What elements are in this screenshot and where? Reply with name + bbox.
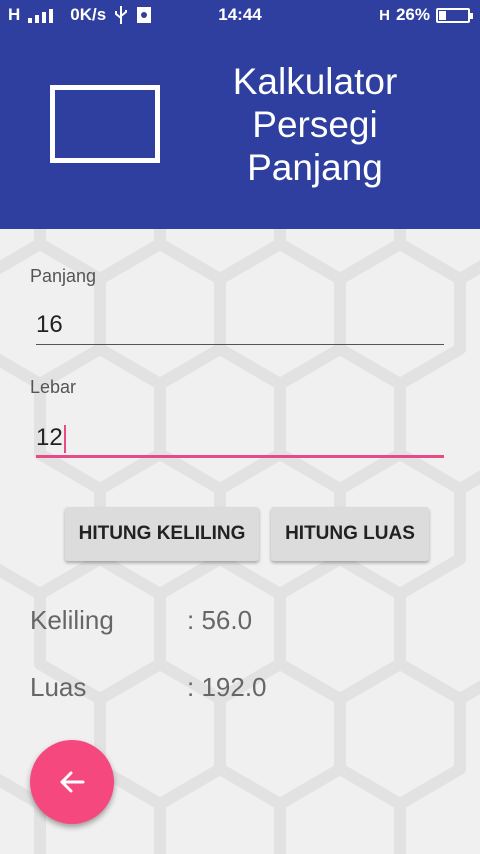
keliling-label: Keliling (30, 605, 114, 635)
rectangle-logo-icon (50, 85, 160, 163)
lebar-underline (36, 455, 444, 458)
text-cursor (63, 424, 66, 453)
arrow-back-icon (60, 771, 85, 793)
panjang-underline (36, 344, 444, 345)
back-fab-button[interactable] (30, 740, 114, 824)
panjang-value: 16 (36, 311, 63, 338)
luas-label: Luas (30, 672, 87, 702)
hitung-luas-button[interactable]: HITUNG LUAS (271, 507, 429, 561)
hitung-keliling-button[interactable]: HITUNG KELILING (65, 507, 259, 561)
battery-fill (439, 10, 447, 20)
data-type: H (379, 6, 390, 24)
app-header: Kalkulator Persegi Panjang (0, 30, 480, 229)
keliling-value: : 56.0 (187, 605, 253, 635)
panjang-label: Panjang (30, 266, 97, 286)
lebar-value: 12 (36, 424, 63, 451)
status-right: H 26% (379, 5, 473, 25)
app-title: Kalkulator Persegi Panjang (232, 61, 398, 188)
lebar-label: Lebar (30, 377, 77, 397)
status-bar: H 0K/s 14:44 H 26% (0, 0, 480, 30)
panjang-input[interactable]: 16 (36, 305, 444, 345)
lebar-value-wrap: 12 (36, 424, 66, 453)
luas-value: : 192.0 (187, 672, 267, 702)
battery-icon (436, 7, 473, 23)
battery-percent: 26% (395, 5, 430, 24)
lebar-input[interactable]: 12 (36, 418, 444, 458)
